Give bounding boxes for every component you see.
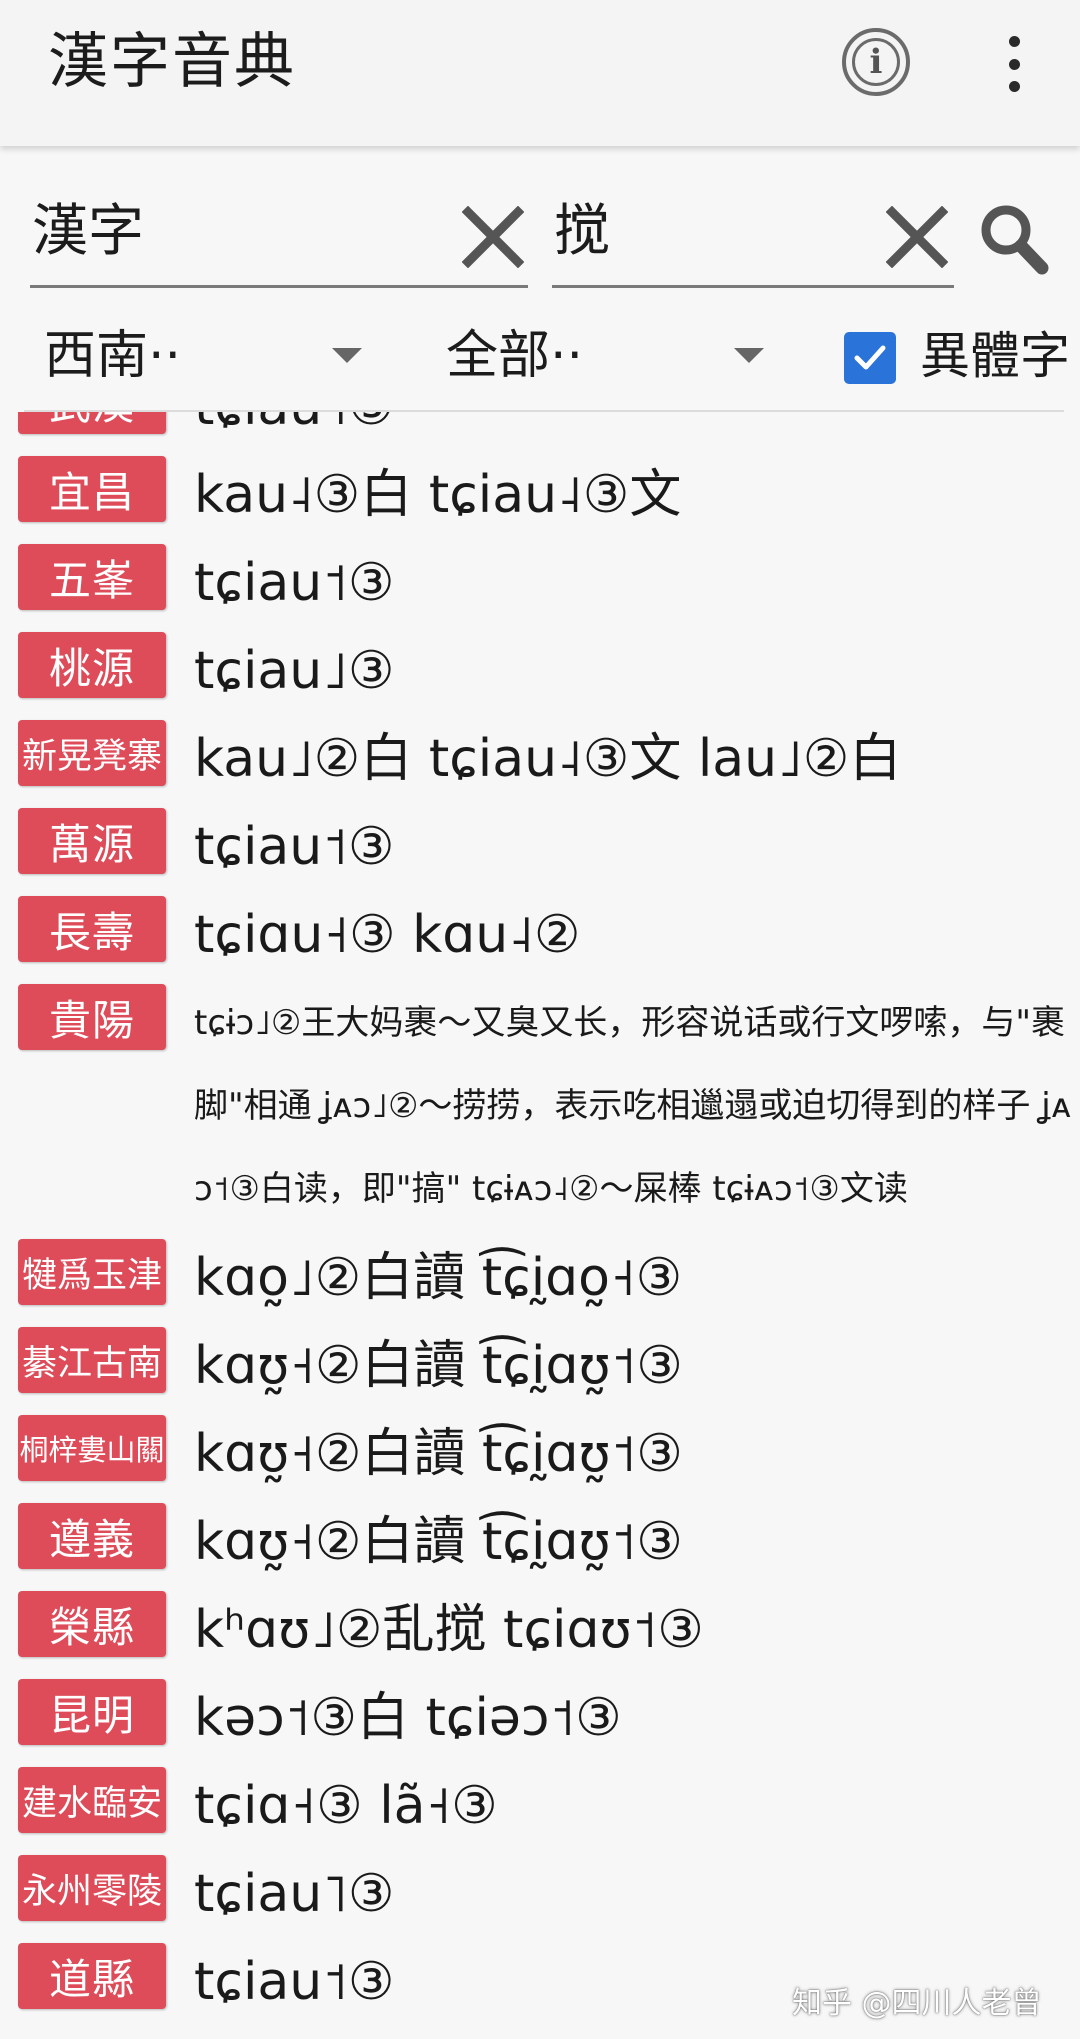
dialect-tag[interactable]: 貴陽 xyxy=(18,984,166,1050)
dialect-tag[interactable]: 榮縣 xyxy=(18,1591,166,1657)
pronunciation-text: kau˩②白 tɕiau˨③文 lau˩②白 xyxy=(194,729,902,789)
scope-dropdown[interactable]: 全部·· xyxy=(446,318,766,394)
chevron-down-icon xyxy=(332,348,362,363)
app-title: 漢字音典 xyxy=(48,27,296,97)
result-row: 建水臨安 tɕiɑ˧③ lã˧③ xyxy=(0,1759,1080,1847)
pronunciation-text: tɕiɑ˧③ lã˧③ xyxy=(194,1776,498,1836)
pronunciation-text: tɕɨɔ˩②王大妈裹～又臭又长，形容说话或行文啰嗦，与"裹脚"相通 ʝᴀɔ˩②～… xyxy=(194,1003,1072,1209)
clear-mode-icon[interactable] xyxy=(462,206,524,268)
app-bar: 漢字音典 i xyxy=(0,0,1080,146)
result-row: 長壽 tɕiɑu˧③ kɑu˨② xyxy=(0,888,1080,976)
region-dropdown-value: 西南·· xyxy=(44,326,182,386)
menu-dot-icon xyxy=(1008,58,1020,70)
overflow-menu-button[interactable] xyxy=(990,32,1038,96)
clear-query-icon[interactable] xyxy=(886,206,948,268)
dialect-tag[interactable]: 昆明 xyxy=(18,1679,166,1745)
pronunciation-text: tɕiɑu˧③ kɑu˨② xyxy=(194,905,581,965)
result-row: 綦江古南 kɑʊ̰˧②白讀 t͡ɕḭɑʊ̰˦③ xyxy=(0,1319,1080,1407)
result-row: 新晃凳寨 kau˩②白 tɕiau˨③文 lau˩②白 xyxy=(0,712,1080,800)
result-row: 昆明 kəɔ˦③白 tɕiəɔ˦③ xyxy=(0,1671,1080,1759)
menu-dot-icon xyxy=(1008,81,1020,92)
result-row: 五峯 tɕiau˦③ xyxy=(0,536,1080,624)
watermark: 知乎 @四川人老曾 xyxy=(792,1986,1042,2021)
result-row: 武漢 tɕiau˦③ xyxy=(0,412,1080,448)
result-row: 桃源 tɕiau˩③ xyxy=(0,624,1080,712)
variant-checkbox-label: 異體字 xyxy=(920,327,1070,385)
info-icon: i xyxy=(852,38,900,86)
search-mode-field[interactable]: 漢字 xyxy=(30,188,528,288)
pronunciation-text: tɕiau˦③ xyxy=(194,412,1080,448)
search-query-value: 搅 xyxy=(554,199,610,264)
search-icon[interactable] xyxy=(978,200,1050,278)
checkmark-icon xyxy=(854,345,886,370)
search-query-field[interactable]: 搅 xyxy=(552,188,954,288)
result-row: 萬源 tɕiau˦③ xyxy=(0,800,1080,888)
pronunciation-text: kəɔ˦③白 tɕiəɔ˦③ xyxy=(194,1688,622,1748)
dialect-tag[interactable]: 長壽 xyxy=(18,896,166,962)
scope-dropdown-value: 全部·· xyxy=(446,326,584,386)
pronunciation-text: tɕiau˥③ xyxy=(194,1864,395,1924)
dialect-tag[interactable]: 犍爲玉津 xyxy=(18,1239,166,1305)
search-mode-value: 漢字 xyxy=(32,199,144,264)
pronunciation-text: kɑʊ̰˧②白讀 t͡ɕḭɑʊ̰˦③ xyxy=(194,1424,683,1484)
variant-checkbox[interactable] xyxy=(844,332,896,384)
pronunciation-text: tɕiau˦③ xyxy=(194,817,395,877)
dialect-tag[interactable]: 綦江古南 xyxy=(18,1327,166,1393)
pronunciation-text: kʰɑʊ˩②乱搅 tɕiɑʊ˦③ xyxy=(194,1600,704,1660)
pronunciation-text: tɕiau˩③ xyxy=(194,641,395,701)
result-row: 永州零陵 tɕiau˥③ xyxy=(0,1847,1080,1935)
dialect-tag[interactable]: 建水臨安 xyxy=(18,1767,166,1833)
results-list[interactable]: 武漢 tɕiau˦③ 宜昌 kau˨③白 tɕiau˨③文 五峯 tɕiau˦③… xyxy=(0,412,1080,2039)
pronunciation-text: tɕiau˦③ xyxy=(194,553,395,613)
dialect-tag[interactable]: 萬源 xyxy=(18,808,166,874)
region-dropdown[interactable]: 西南·· xyxy=(44,318,364,394)
result-row: 桐梓婁山關 kɑʊ̰˧②白讀 t͡ɕḭɑʊ̰˦③ xyxy=(0,1407,1080,1495)
dialect-tag[interactable]: 五峯 xyxy=(18,544,166,610)
dialect-tag[interactable]: 桃源 xyxy=(18,632,166,698)
pronunciation-text: kau˨③白 tɕiau˨③文 xyxy=(194,465,682,525)
result-row: 宜昌 kau˨③白 tɕiau˨③文 xyxy=(0,448,1080,536)
dialect-tag[interactable]: 新晃凳寨 xyxy=(18,720,166,786)
pronunciation-text: kɑo̰˩②白讀 t͡ɕḭɑo̰˧③ xyxy=(194,1248,683,1308)
pronunciation-text: kɑʊ̰˧②白讀 t͡ɕḭɑʊ̰˦③ xyxy=(194,1336,683,1396)
dialect-tag[interactable]: 宜昌 xyxy=(18,456,166,522)
dialect-tag[interactable]: 道縣 xyxy=(18,1943,166,2009)
dialect-tag[interactable]: 武漢 xyxy=(18,412,166,434)
result-row: 貴陽 tɕɨɔ˩②王大妈裹～又臭又长，形容说话或行文啰嗦，与"裹脚"相通 ʝᴀɔ… xyxy=(0,976,1080,1231)
result-row: 榮縣 kʰɑʊ˩②乱搅 tɕiɑʊ˦③ xyxy=(0,1583,1080,1671)
dialect-tag[interactable]: 遵義 xyxy=(18,1503,166,1569)
dialect-tag[interactable]: 永州零陵 xyxy=(18,1855,166,1921)
info-button[interactable]: i xyxy=(842,28,910,96)
result-row: 犍爲玉津 kɑo̰˩②白讀 t͡ɕḭɑo̰˧③ xyxy=(0,1231,1080,1319)
pronunciation-text: kɑʊ̰˧②白讀 t͡ɕḭɑʊ̰˦③ xyxy=(194,1512,683,1572)
menu-dot-icon xyxy=(1008,36,1020,47)
chevron-down-icon xyxy=(734,348,764,363)
dialect-tag[interactable]: 桐梓婁山關 xyxy=(18,1415,166,1481)
result-row: 遵義 kɑʊ̰˧②白讀 t͡ɕḭɑʊ̰˦③ xyxy=(0,1495,1080,1583)
